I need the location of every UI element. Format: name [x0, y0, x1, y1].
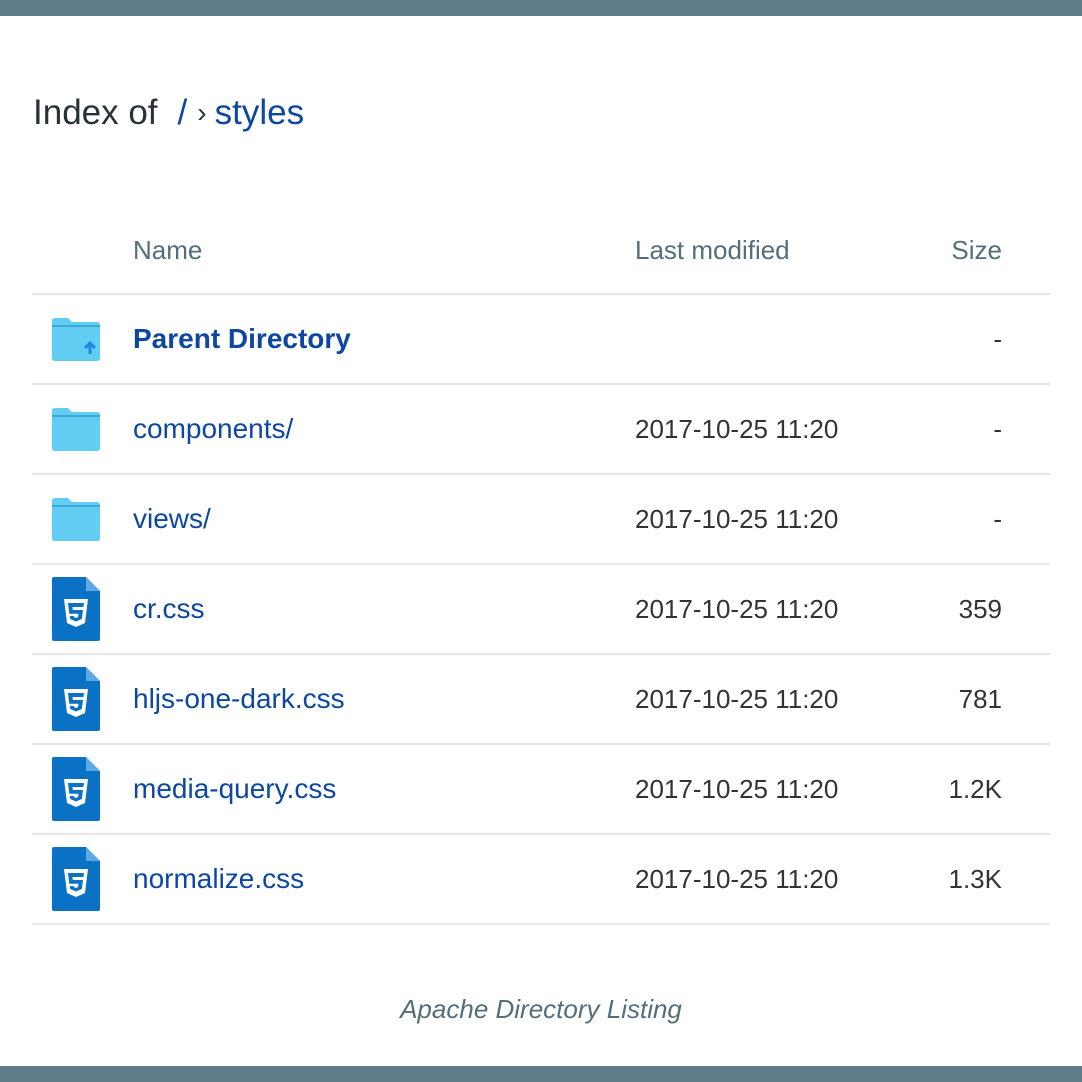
list-item-name: views/	[133, 475, 211, 563]
css-file-icon[interactable]	[52, 835, 100, 923]
table-row[interactable]: media-query.css 2017-10-25 11:20 1.2K	[32, 745, 1050, 835]
table-row[interactable]: Parent Directory -	[32, 295, 1050, 385]
folder-icon[interactable]	[52, 385, 100, 473]
page-title: Index of / › styles	[33, 88, 304, 138]
list-item-size: 1.2K	[948, 773, 1003, 804]
list-item-modified: 2017-10-25 11:20	[635, 773, 839, 804]
css-file-icon[interactable]	[52, 745, 100, 833]
breadcrumb-root-link[interactable]: /	[178, 93, 188, 133]
parent-directory-link[interactable]: Parent Directory	[133, 323, 351, 355]
list-item-name: media-query.css	[133, 745, 336, 833]
list-item-modified: 2017-10-25 11:20	[635, 683, 839, 714]
page-title-prefix: Index of	[33, 93, 158, 132]
directory-listing: Name Last modified Size Parent Directory…	[32, 205, 1050, 925]
column-header-name[interactable]: Name	[133, 205, 202, 295]
list-item-size: 1.3K	[948, 863, 1003, 894]
list-item-name: cr.css	[133, 565, 205, 653]
table-header: Name Last modified Size	[32, 205, 1050, 295]
list-item-size: 359	[958, 593, 1002, 624]
css-file-icon[interactable]	[52, 565, 100, 653]
folder-up-icon[interactable]	[52, 295, 100, 383]
breadcrumb-current-link[interactable]: styles	[215, 93, 304, 133]
entry-link[interactable]: components/	[133, 413, 293, 445]
list-item-size: 781	[958, 683, 1002, 714]
table-row[interactable]: normalize.css 2017-10-25 11:20 1.3K	[32, 835, 1050, 925]
list-item-size: -	[993, 503, 1002, 534]
column-header-size[interactable]: Size	[951, 205, 1002, 295]
entry-link[interactable]: cr.css	[133, 593, 205, 625]
table-row[interactable]: cr.css 2017-10-25 11:20 359	[32, 565, 1050, 655]
list-item-modified: 2017-10-25 11:20	[635, 863, 839, 894]
top-bar	[0, 0, 1082, 16]
entry-link[interactable]: media-query.css	[133, 773, 336, 805]
entry-link[interactable]: views/	[133, 503, 211, 535]
footer-text: Apache Directory Listing	[400, 994, 682, 1024]
table-row[interactable]: components/ 2017-10-25 11:20 -	[32, 385, 1050, 475]
list-item-name: components/	[133, 385, 293, 473]
folder-icon[interactable]	[52, 475, 100, 563]
css-file-icon[interactable]	[52, 655, 100, 743]
bottom-bar	[0, 1066, 1082, 1082]
breadcrumb-separator: ›	[197, 97, 207, 128]
table-row[interactable]: hljs-one-dark.css 2017-10-25 11:20 781	[32, 655, 1050, 745]
entry-link[interactable]: hljs-one-dark.css	[133, 683, 345, 715]
list-item-size: -	[993, 323, 1002, 354]
table-row[interactable]: views/ 2017-10-25 11:20 -	[32, 475, 1050, 565]
list-item-modified: 2017-10-25 11:20	[635, 413, 839, 444]
entry-link[interactable]: normalize.css	[133, 863, 304, 895]
list-item-modified: 2017-10-25 11:20	[635, 593, 839, 624]
column-header-last-modified[interactable]: Last modified	[635, 205, 790, 295]
list-item-size: -	[993, 413, 1002, 444]
list-item-name: hljs-one-dark.css	[133, 655, 345, 743]
list-item-name: normalize.css	[133, 835, 304, 923]
list-item-modified: 2017-10-25 11:20	[635, 503, 839, 534]
list-item-name: Parent Directory	[133, 295, 351, 383]
